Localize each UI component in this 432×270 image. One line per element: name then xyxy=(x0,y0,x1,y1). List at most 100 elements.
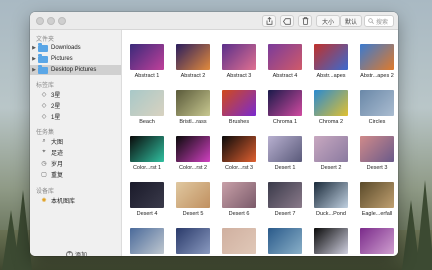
sidebar-item-tag-2-star[interactable]: ◇ 2星 xyxy=(30,100,121,110)
minimize-window-button[interactable] xyxy=(47,17,55,25)
image-caption: Desert 2 xyxy=(320,165,342,171)
image-thumbnail[interactable] xyxy=(268,136,302,162)
image-caption: Desert 3 xyxy=(366,165,388,171)
image-thumbnail[interactable] xyxy=(130,90,164,116)
image-thumbnail-item[interactable]: Desert 6 xyxy=(216,182,262,230)
image-thumbnail[interactable] xyxy=(222,90,256,116)
image-thumbnail-item[interactable]: Desert 5 xyxy=(170,182,216,230)
image-caption: Circles xyxy=(368,119,386,125)
image-thumbnail-item[interactable]: El Capitan 2 xyxy=(170,228,216,256)
image-thumbnail-item[interactable]: Flower 10 xyxy=(354,228,398,256)
image-thumbnail-item[interactable]: Abstract 3 xyxy=(216,44,262,92)
image-thumbnail[interactable] xyxy=(176,228,210,254)
image-thumbnail[interactable] xyxy=(268,228,302,254)
tree-shape xyxy=(416,180,432,270)
image-thumbnail-item[interactable]: Bristl...rass xyxy=(170,90,216,138)
image-thumbnail[interactable] xyxy=(130,136,164,162)
image-thumbnail-item[interactable]: Color...rst 1 xyxy=(124,136,170,184)
image-thumbnail[interactable] xyxy=(222,182,256,208)
disclosure-triangle-icon[interactable]: ▶ xyxy=(30,45,38,51)
image-thumbnail[interactable] xyxy=(222,136,256,162)
image-grid: Abstract 1 Abstract 2 Abstract 3 Abstract 4… xyxy=(122,30,398,256)
image-thumbnail-item[interactable]: Chroma 2 xyxy=(308,90,354,138)
image-thumbnail-item[interactable]: Abstr...apes 2 xyxy=(354,44,398,92)
photos-library-icon: ✺ xyxy=(41,197,47,204)
image-thumbnail[interactable] xyxy=(130,228,164,254)
image-thumbnail[interactable] xyxy=(360,90,394,116)
image-thumbnail[interactable] xyxy=(176,90,210,116)
image-caption: Abstract 3 xyxy=(226,73,252,79)
image-thumbnail-item[interactable]: Desert 3 xyxy=(354,136,398,184)
image-thumbnail-item[interactable]: Desert 7 xyxy=(262,182,308,230)
image-thumbnail[interactable] xyxy=(360,228,394,254)
delete-button[interactable] xyxy=(298,15,312,27)
image-thumbnail-item[interactable]: Desert 1 xyxy=(262,136,308,184)
image-thumbnail[interactable] xyxy=(222,44,256,70)
image-thumbnail[interactable] xyxy=(314,182,348,208)
tag-icon: ◇ xyxy=(41,113,47,120)
image-thumbnail[interactable] xyxy=(360,182,394,208)
image-thumbnail-item[interactable]: Chroma 1 xyxy=(262,90,308,138)
image-thumbnail[interactable] xyxy=(176,182,210,208)
image-thumbnail-item[interactable]: Abstr...apes xyxy=(308,44,354,92)
image-thumbnail[interactable] xyxy=(360,44,394,70)
zoom-window-button[interactable] xyxy=(58,17,66,25)
image-thumbnail-item[interactable]: Flower 1 xyxy=(308,228,354,256)
image-thumbnail[interactable] xyxy=(130,182,164,208)
image-thumbnail-item[interactable]: El Capitan xyxy=(124,228,170,256)
image-thumbnail[interactable] xyxy=(268,90,302,116)
image-thumbnail[interactable] xyxy=(314,44,348,70)
sidebar-item-footprints[interactable]: ⌖ 足迹 xyxy=(30,147,121,157)
close-window-button[interactable] xyxy=(36,17,44,25)
image-thumbnail-item[interactable]: Desert 4 xyxy=(124,182,170,230)
image-thumbnail[interactable] xyxy=(268,182,302,208)
image-thumbnail-item[interactable]: Eagle...erfall xyxy=(354,182,398,230)
share-button[interactable] xyxy=(262,15,276,27)
sidebar-item-local-library[interactable]: ✺ 本机图库 xyxy=(30,195,121,205)
default-view-button[interactable]: 默认 xyxy=(340,15,362,27)
tag-button[interactable] xyxy=(280,15,294,27)
image-thumbnail[interactable] xyxy=(130,44,164,70)
image-thumbnail[interactable] xyxy=(176,44,210,70)
image-thumbnail-item[interactable]: Desert 2 xyxy=(308,136,354,184)
image-thumbnail[interactable] xyxy=(176,136,210,162)
sidebar-item-tag-3-star[interactable]: ◇ 3星 xyxy=(30,89,121,99)
sidebar-item-large-images[interactable]: ⌕ 大图 xyxy=(30,136,121,146)
disclosure-triangle-icon[interactable]: ▶ xyxy=(30,56,38,62)
image-thumbnail[interactable] xyxy=(314,228,348,254)
image-thumbnail-item[interactable]: Color...rst 3 xyxy=(216,136,262,184)
size-sort-button[interactable]: 大小 xyxy=(316,15,340,27)
sidebar-item-duplicates[interactable]: ▢ 重复 xyxy=(30,169,121,179)
image-thumbnail-item[interactable]: Duck...Pond xyxy=(308,182,354,230)
image-thumbnail[interactable] xyxy=(222,228,256,254)
add-source-button[interactable]: + 添加 xyxy=(66,250,87,256)
image-caption: Abstract 4 xyxy=(272,73,298,79)
sidebar-item-pictures[interactable]: ▶ Pictures xyxy=(30,53,121,64)
sidebar-item-years[interactable]: ◷ 岁月 xyxy=(30,158,121,168)
image-thumbnail-item[interactable]: Circles xyxy=(354,90,398,138)
image-caption: Abstract 2 xyxy=(180,73,206,79)
image-thumbnail[interactable] xyxy=(268,44,302,70)
image-thumbnail-item[interactable]: Abstract 2 xyxy=(170,44,216,92)
photo-browser-window: 大小 搜索 默认 文件夹 ▶ Downloads ▶ Pictures ▶ De… xyxy=(30,12,398,256)
image-thumbnail-item[interactable]: Abstract 1 xyxy=(124,44,170,92)
trash-icon xyxy=(302,17,308,25)
collections-header: 任务集 xyxy=(36,130,55,136)
image-thumbnail-item[interactable]: Abstract 4 xyxy=(262,44,308,92)
search-icon xyxy=(368,18,374,24)
sidebar-item-tag-1-star[interactable]: ◇ 1星 xyxy=(30,111,121,121)
sidebar-item-downloads[interactable]: ▶ Downloads xyxy=(30,42,121,53)
image-thumbnail-item[interactable]: Beach xyxy=(124,90,170,138)
sidebar-item-desktop-pictures[interactable]: ▶ Desktop Pictures xyxy=(30,64,121,75)
image-thumbnail-item[interactable]: Color...rst 2 xyxy=(170,136,216,184)
image-thumbnail-item[interactable]: Brushes xyxy=(216,90,262,138)
search-field[interactable]: 搜索 xyxy=(364,15,394,27)
image-thumbnail[interactable] xyxy=(360,136,394,162)
image-thumbnail-item[interactable]: Flamingos xyxy=(216,228,262,256)
sidebar-item-label: 重复 xyxy=(51,172,64,179)
image-thumbnail[interactable] xyxy=(314,90,348,116)
image-thumbnail-item[interactable]: Floati...aves xyxy=(262,228,308,256)
disclosure-triangle-icon[interactable]: ▶ xyxy=(30,67,38,73)
image-thumbnail[interactable] xyxy=(314,136,348,162)
tag-icon: ◇ xyxy=(41,91,47,98)
